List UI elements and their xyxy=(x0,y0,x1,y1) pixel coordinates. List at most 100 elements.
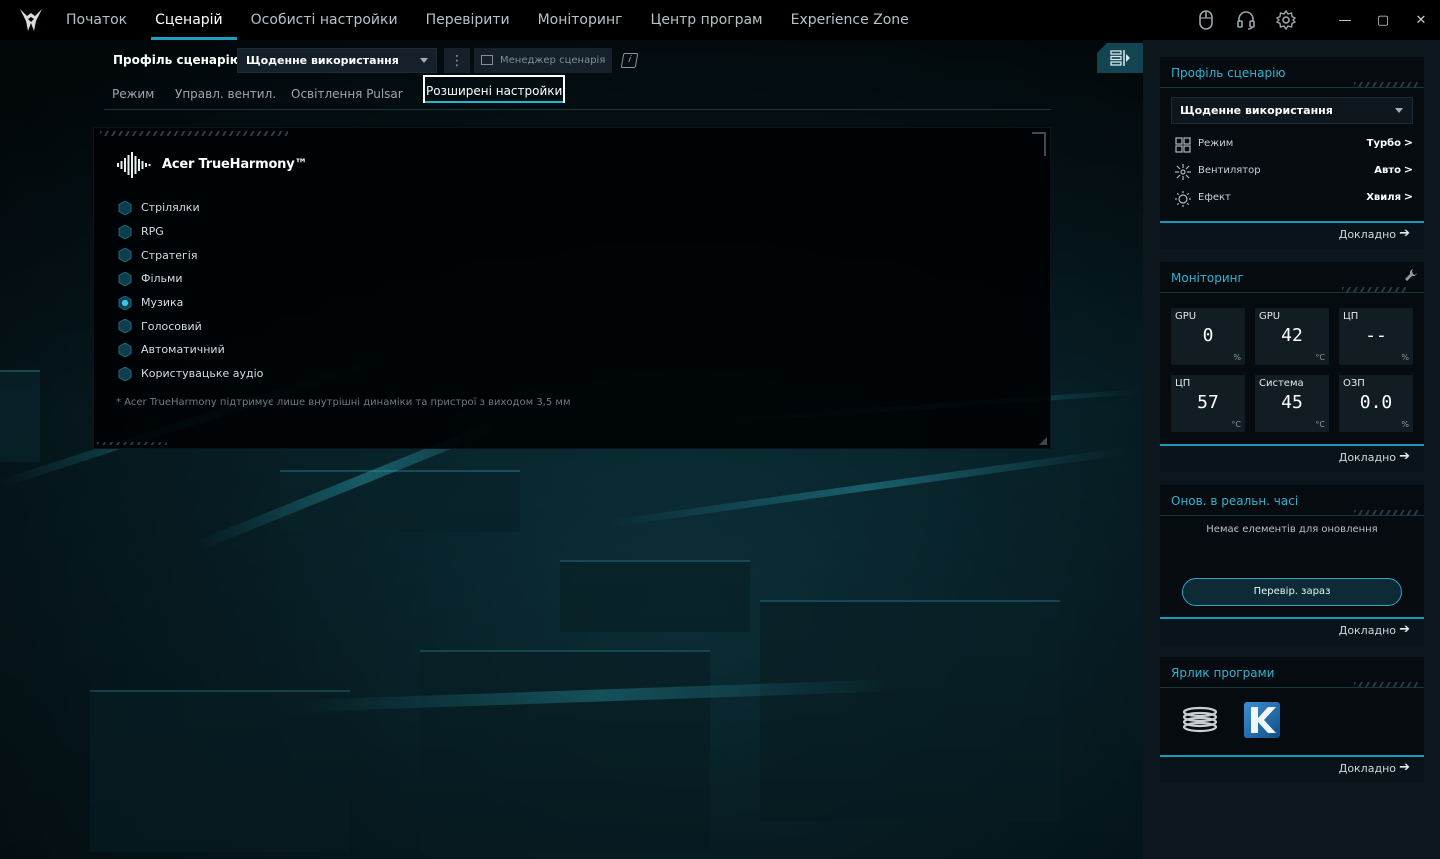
restore-button[interactable]: ▢ xyxy=(1364,0,1402,40)
grid-icon xyxy=(1175,137,1191,153)
audio-mode-label: Користувацьке аудіо xyxy=(141,367,264,381)
profile-row-value: Турбо xyxy=(1366,138,1401,149)
updates-card-title: Онов. в реальн. часі xyxy=(1171,494,1299,508)
profile-row-mode[interactable]: Режим Турбо > xyxy=(1175,135,1413,155)
radio-selected-icon[interactable] xyxy=(118,295,132,310)
scenario-manager-label: Менеджер сценарія xyxy=(500,55,606,66)
shortcuts-card-title: Ярлик програми xyxy=(1171,666,1275,680)
shortcuts-card: Ярлик програми Докладно ➔ xyxy=(1160,657,1424,783)
radio-icon[interactable] xyxy=(118,200,132,215)
radio-icon[interactable] xyxy=(118,319,132,334)
profile-row-label: Вентилятор xyxy=(1198,165,1261,176)
mouse-icon[interactable] xyxy=(1192,6,1220,34)
monitor-tile-unit: °C xyxy=(1231,420,1241,429)
chevron-right-icon: > xyxy=(1403,136,1413,149)
monitor-tile-value: 0.0 xyxy=(1359,392,1393,413)
tab-pulsar-lighting[interactable]: Освітлення Pulsar xyxy=(291,87,403,101)
right-sidebar: Профіль сценарію Щоденне використання Ре… xyxy=(1143,40,1440,859)
audio-mode-option[interactable]: Фільми xyxy=(118,267,263,291)
radio-icon[interactable] xyxy=(118,342,132,357)
nav-check[interactable]: Перевірити xyxy=(412,0,524,40)
monitor-tile-unit: % xyxy=(1401,420,1409,429)
more-options-button[interactable]: ⋮ xyxy=(444,48,470,73)
audio-mode-label: Стратегія xyxy=(141,248,198,262)
top-icons: — ▢ ✕ xyxy=(1186,0,1440,40)
check-now-button[interactable]: Перевір. зараз xyxy=(1182,578,1402,606)
profile-row-effect[interactable]: Ефект Хвиля > xyxy=(1175,189,1413,209)
minimize-button[interactable]: — xyxy=(1326,0,1364,40)
shortcuts-more-button[interactable]: Докладно ➔ xyxy=(1160,755,1424,783)
main-nav: Початок Сценарій Особисті настройки Пере… xyxy=(52,0,923,40)
profile-more-button[interactable]: Докладно ➔ xyxy=(1160,221,1424,249)
profile-card-title: Профіль сценарію xyxy=(1171,66,1286,80)
updates-more-button[interactable]: Докладно ➔ xyxy=(1160,617,1424,645)
gear-icon[interactable] xyxy=(1272,6,1300,34)
chevron-down-icon xyxy=(1395,108,1403,113)
trueharmony-title: Acer TrueHarmony™ xyxy=(162,157,308,172)
monitor-tile-value: 0 xyxy=(1202,325,1214,346)
tab-advanced-settings[interactable]: Розширені настройки xyxy=(423,75,566,103)
monitoring-more-button[interactable]: Докладно ➔ xyxy=(1160,444,1424,472)
tab-fan-control[interactable]: Управл. вентил. xyxy=(175,87,276,101)
audio-mode-label: Музика xyxy=(141,296,184,310)
profile-card: Профіль сценарію Щоденне використання Ре… xyxy=(1160,57,1424,249)
monitor-tile-unit: % xyxy=(1401,353,1409,362)
radio-icon[interactable] xyxy=(118,271,132,286)
monitor-tile-label: ЦП xyxy=(1175,378,1191,389)
scenario-manager-button[interactable]: Менеджер сценарія xyxy=(474,48,612,73)
arrow-right-icon: ➔ xyxy=(1399,449,1410,464)
profile-row-value: Хвиля xyxy=(1366,192,1401,203)
close-button[interactable]: ✕ xyxy=(1402,0,1440,40)
monitor-tile-label: GPU xyxy=(1259,311,1281,322)
monitor-tile: ОЗП 0.0% xyxy=(1339,375,1413,432)
audio-mode-option[interactable]: Голосовий xyxy=(118,314,263,338)
audio-mode-option[interactable]: Автоматичний xyxy=(118,338,263,362)
audio-mode-label: Голосовий xyxy=(141,319,202,333)
list-icon xyxy=(481,55,493,65)
sidebar-toggle-icon xyxy=(1110,50,1130,66)
scenario-profile-select[interactable]: Щоденне використання xyxy=(237,48,437,73)
radio-icon[interactable] xyxy=(118,248,132,263)
scenario-profile-value: Щоденне використання xyxy=(246,54,399,67)
chevron-right-icon: > xyxy=(1403,163,1413,176)
more-label: Докладно xyxy=(1338,451,1396,464)
monitor-tile-value: 45 xyxy=(1281,392,1303,413)
headset-icon[interactable] xyxy=(1232,6,1260,34)
k-app-icon[interactable] xyxy=(1244,702,1280,738)
collapse-sidebar-button[interactable] xyxy=(1097,43,1143,73)
audio-mode-label: Стрілялки xyxy=(141,201,200,215)
audio-mode-option[interactable]: Стратегія xyxy=(118,243,263,267)
more-label: Докладно xyxy=(1338,624,1396,637)
profile-row-label: Ефект xyxy=(1198,192,1231,203)
monitoring-card: Моніторинг GPU 0% GPU 42 °C ЦП --% ЦП 57 °C Систем… xyxy=(1160,262,1424,472)
sidebar-profile-select[interactable]: Щоденне використання xyxy=(1171,97,1413,124)
radio-icon[interactable] xyxy=(118,366,132,381)
wrench-icon[interactable] xyxy=(1404,268,1418,282)
audio-mode-label: Фільми xyxy=(141,272,183,286)
nav-personal-settings[interactable]: Особисті настройки xyxy=(237,0,412,40)
monitor-tile-label: ОЗП xyxy=(1343,378,1365,389)
nav-monitoring[interactable]: Моніторинг xyxy=(524,0,637,40)
nav-app-center[interactable]: Центр програм xyxy=(637,0,777,40)
predator-logo[interactable] xyxy=(18,7,44,33)
more-label: Докладно xyxy=(1338,762,1396,775)
radio-icon[interactable] xyxy=(118,224,132,239)
info-icon[interactable]: i xyxy=(620,53,639,68)
nav-scenario[interactable]: Сценарій xyxy=(141,0,237,40)
audio-mode-option[interactable]: Стрілялки xyxy=(118,196,263,220)
audio-mode-option[interactable]: Музика xyxy=(118,291,263,315)
profile-row-value: Авто xyxy=(1374,165,1401,176)
nav-home[interactable]: Початок xyxy=(52,0,141,40)
profile-row-fan[interactable]: Вентилятор Авто > xyxy=(1175,162,1413,182)
tab-mode[interactable]: Режим xyxy=(112,87,154,101)
monitor-tile-value: 57 xyxy=(1197,392,1219,413)
audio-mode-label: Автоматичний xyxy=(141,343,225,357)
arrow-right-icon: ➔ xyxy=(1399,226,1410,241)
coil-app-icon[interactable] xyxy=(1182,702,1218,738)
audio-mode-option[interactable]: Користувацьке аудіо xyxy=(118,362,263,386)
updates-card: Онов. в реальн. часі Немає елементів для… xyxy=(1160,485,1424,645)
nav-experience-zone[interactable]: Experience Zone xyxy=(777,0,923,40)
audio-mode-label: RPG xyxy=(141,225,164,239)
monitor-tile-unit: °C xyxy=(1315,353,1325,362)
audio-mode-option[interactable]: RPG xyxy=(118,220,263,244)
